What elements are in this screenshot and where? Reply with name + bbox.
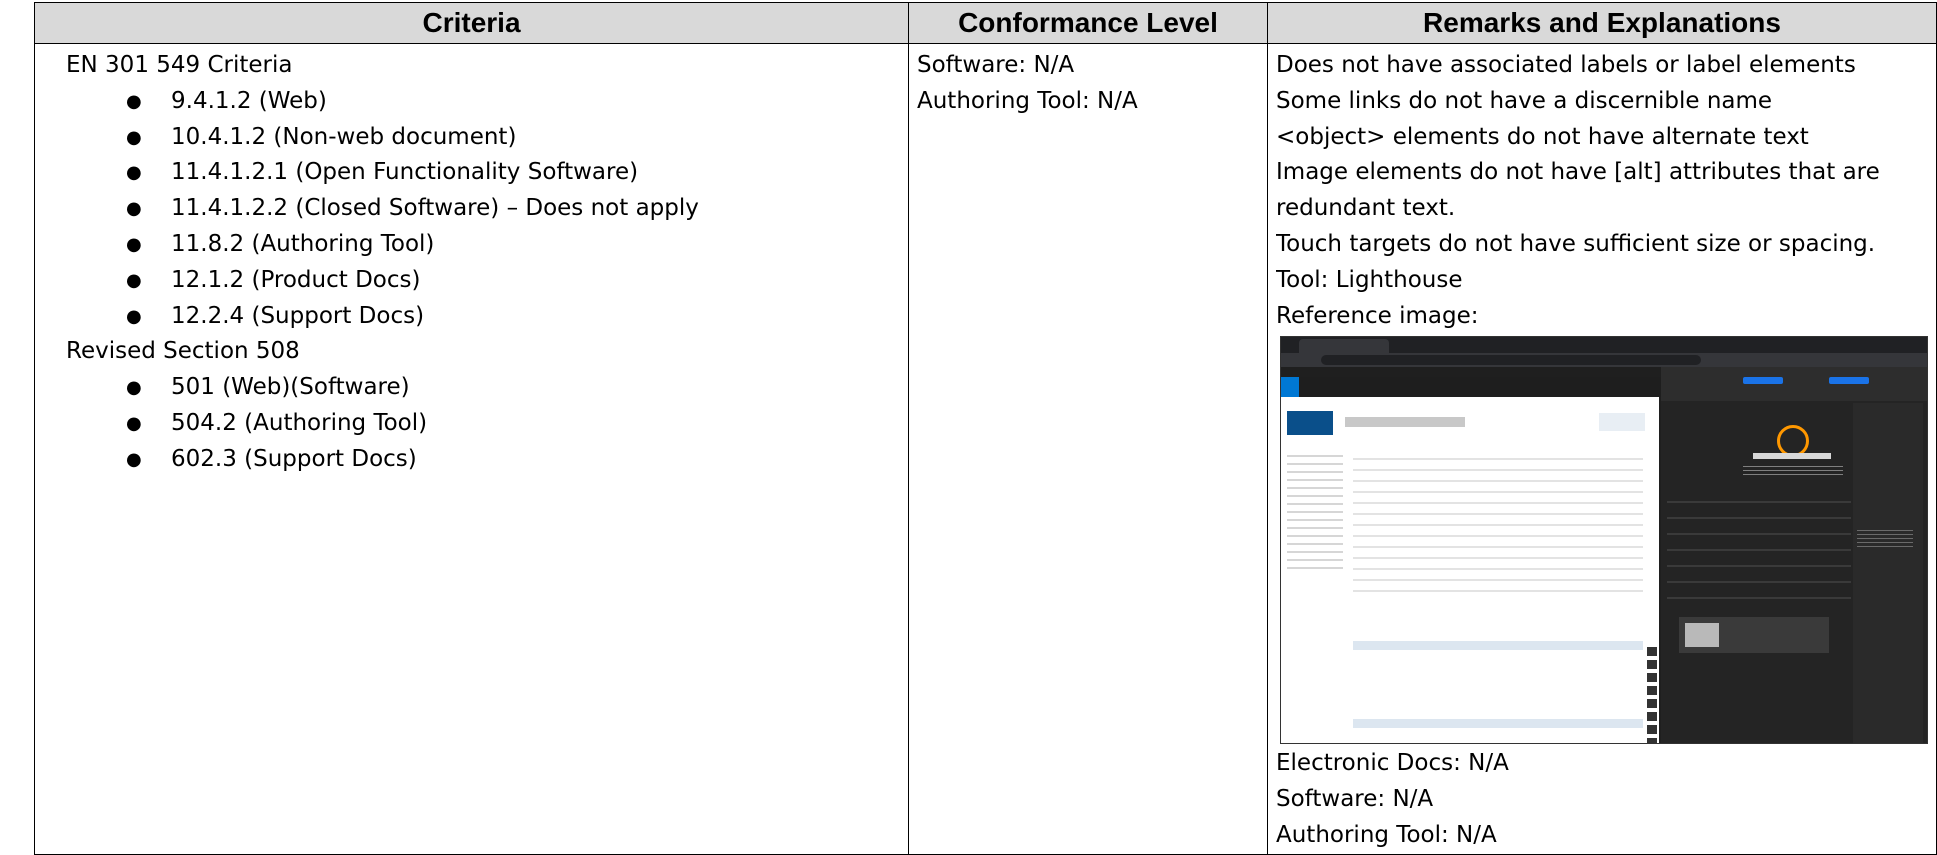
devtools-button xyxy=(1743,377,1783,385)
conformance-authoring-tool: Authoring Tool: N/A xyxy=(917,87,1138,114)
list-item: 11.8.2 (Authoring Tool) xyxy=(126,227,900,263)
remark-electronic-docs: Electronic Docs: N/A xyxy=(1276,750,1509,777)
section-508-list: 501 (Web)(Software) 504.2 (Authoring Too… xyxy=(66,370,900,477)
remark-line: Does not have associated labels or label… xyxy=(1276,52,1856,78)
remark-authoring-tool: Authoring Tool: N/A xyxy=(1276,821,1497,848)
page-title-placeholder xyxy=(1345,417,1465,428)
audit-issue-list xyxy=(1667,487,1851,608)
form-fields xyxy=(1353,449,1643,600)
sharepoint-suite-bar xyxy=(1281,377,1661,398)
remark-line: Touch targets do not have sufficient siz… xyxy=(1276,230,1876,257)
devtools-toolbar xyxy=(1661,367,1927,402)
devtools-side-panel xyxy=(1853,403,1923,744)
app-launcher-icon xyxy=(1281,377,1299,398)
preview-thumbnail xyxy=(1685,623,1719,648)
conformance-header: Conformance Level xyxy=(908,2,1268,44)
list-item: 12.2.4 (Support Docs) xyxy=(126,299,900,335)
en-criteria-heading: EN 301 549 Criteria xyxy=(66,52,293,78)
side-panel-tip xyxy=(1857,527,1913,550)
remarks-header: Remarks and Explanations xyxy=(1267,2,1937,44)
remark-software: Software: N/A xyxy=(1276,786,1434,813)
remark-line: Image elements do not have [alt] attribu… xyxy=(1276,159,1880,186)
criteria-cell: EN 301 549 Criteria 9.4.1.2 (Web) 10.4.1… xyxy=(34,43,909,855)
section-header-bar xyxy=(1353,719,1643,729)
list-item: 501 (Web)(Software) xyxy=(126,370,900,406)
left-navigation xyxy=(1287,449,1343,570)
list-item: 504.2 (Authoring Tool) xyxy=(126,406,900,442)
list-item: 12.1.2 (Product Docs) xyxy=(126,263,900,299)
list-item: 602.3 (Support Docs) xyxy=(126,442,900,478)
floating-toolbar xyxy=(1647,647,1657,744)
section-header-bar xyxy=(1353,641,1643,651)
remark-line: <object> elements do not have alternate … xyxy=(1276,123,1809,150)
en-criteria-list: 9.4.1.2 (Web) 10.4.1.2 (Non-web document… xyxy=(66,84,900,335)
devtools-button xyxy=(1829,377,1869,385)
table-header-row: Criteria Conformance Level Remarks and E… xyxy=(34,2,1937,44)
section-508-heading: Revised Section 508 xyxy=(66,338,300,365)
remark-tool: Tool: Lighthouse xyxy=(1276,266,1463,293)
web-page-area xyxy=(1281,397,1659,744)
remark-line: redundant text. xyxy=(1276,195,1456,222)
table-row: EN 301 549 Criteria 9.4.1.2 (Web) 10.4.1… xyxy=(34,43,1937,855)
accessibility-description-placeholder xyxy=(1743,463,1843,478)
conformance-software: Software: N/A xyxy=(917,52,1075,78)
list-item: 11.4.1.2.2 (Closed Software) – Does not … xyxy=(126,191,900,227)
browser-tab xyxy=(1299,339,1389,354)
criteria-header: Criteria xyxy=(34,2,909,44)
remarks-cell: Does not have associated labels or label… xyxy=(1267,43,1937,855)
site-logo xyxy=(1287,411,1333,436)
reference-image-label: Reference image: xyxy=(1276,302,1479,329)
remark-line: Some links do not have a discernible nam… xyxy=(1276,87,1773,114)
vendor-logo xyxy=(1599,413,1645,432)
reference-screenshot-image xyxy=(1280,336,1928,745)
browser-url-field xyxy=(1321,355,1701,366)
conformance-table: Criteria Conformance Level Remarks and E… xyxy=(34,2,1937,855)
conformance-cell: Software: N/A Authoring Tool: N/A xyxy=(908,43,1268,855)
accessibility-heading-placeholder xyxy=(1753,453,1831,460)
list-item: 11.4.1.2.1 (Open Functionality Software) xyxy=(126,155,900,191)
list-item: 10.4.1.2 (Non-web document) xyxy=(126,120,900,156)
list-item: 9.4.1.2 (Web) xyxy=(126,84,900,120)
